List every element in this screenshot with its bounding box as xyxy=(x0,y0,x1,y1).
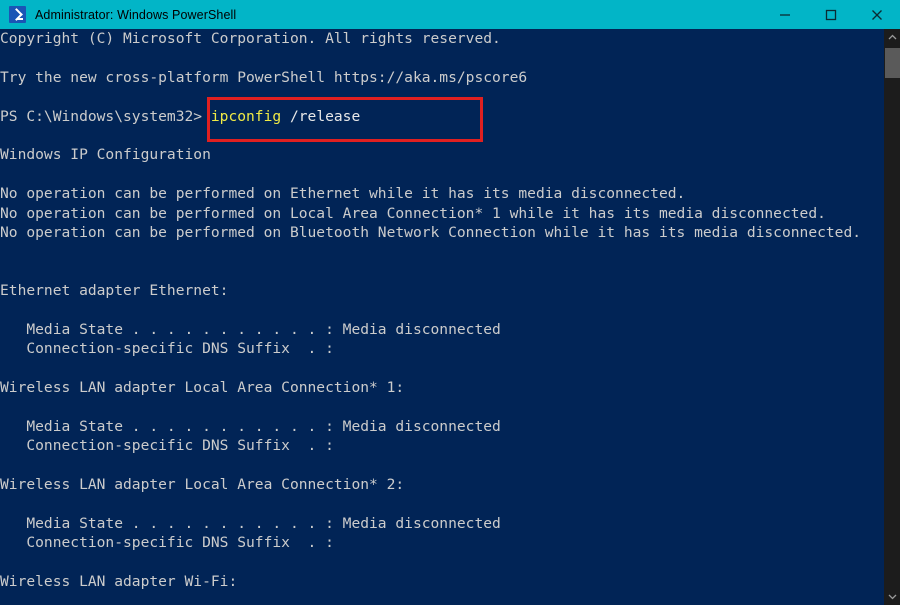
prompt-path: PS C:\Windows\system32> xyxy=(0,107,211,125)
console-line: Windows IP Configuration xyxy=(0,146,211,164)
console-line: Wireless LAN adapter Local Area Connecti… xyxy=(0,475,405,493)
maximize-button[interactable] xyxy=(808,0,854,29)
window-titlebar[interactable]: Administrator: Windows PowerShell xyxy=(0,0,900,29)
console-line-list: Copyright (C) Microsoft Corporation. All… xyxy=(0,29,884,605)
terminal-output-area[interactable]: Copyright (C) Microsoft Corporation. All… xyxy=(0,29,884,605)
console-line: Copyright (C) Microsoft Corporation. All… xyxy=(0,30,501,47)
console-line: Connection-specific DNS Suffix . : xyxy=(0,534,334,552)
console-line: Media State . . . . . . . . . . . : Medi… xyxy=(0,514,501,532)
console-line: Ethernet adapter Ethernet: xyxy=(0,282,229,300)
scrollbar-thumb[interactable] xyxy=(885,48,900,78)
chevron-down-icon[interactable] xyxy=(884,588,900,605)
console-line: No operation can be performed on Local A… xyxy=(0,204,826,222)
terminal-scrollbar[interactable] xyxy=(884,29,900,605)
typed-command: ipconfig xyxy=(210,107,282,125)
powershell-window: Administrator: Windows PowerShell Copyri… xyxy=(0,0,900,605)
close-button[interactable] xyxy=(854,0,900,29)
console-line: Wireless LAN adapter Wi-Fi: xyxy=(0,572,238,590)
window-title: Administrator: Windows PowerShell xyxy=(35,7,237,22)
console-line: Wireless LAN adapter Local Area Connecti… xyxy=(0,379,405,397)
console-line: No operation can be performed on Etherne… xyxy=(0,185,686,203)
prompt-line: PS C:\Windows\system32> ipconfig /releas… xyxy=(0,107,884,126)
console-line: Connection-specific DNS Suffix . : xyxy=(0,437,334,455)
console-line: Media State . . . . . . . . . . . : Medi… xyxy=(0,320,501,338)
powershell-prompt-icon xyxy=(9,6,26,23)
console-line: Try the new cross-platform PowerShell ht… xyxy=(0,68,528,86)
console-line: No operation can be performed on Bluetoo… xyxy=(0,223,862,241)
command-arguments: /release xyxy=(281,107,361,125)
minimize-button[interactable] xyxy=(762,0,808,29)
chevron-up-icon[interactable] xyxy=(884,29,900,46)
console-line: Media State . . . . . . . . . . . : Medi… xyxy=(0,417,501,435)
console-line: Connection-specific DNS Suffix . : xyxy=(0,340,334,358)
